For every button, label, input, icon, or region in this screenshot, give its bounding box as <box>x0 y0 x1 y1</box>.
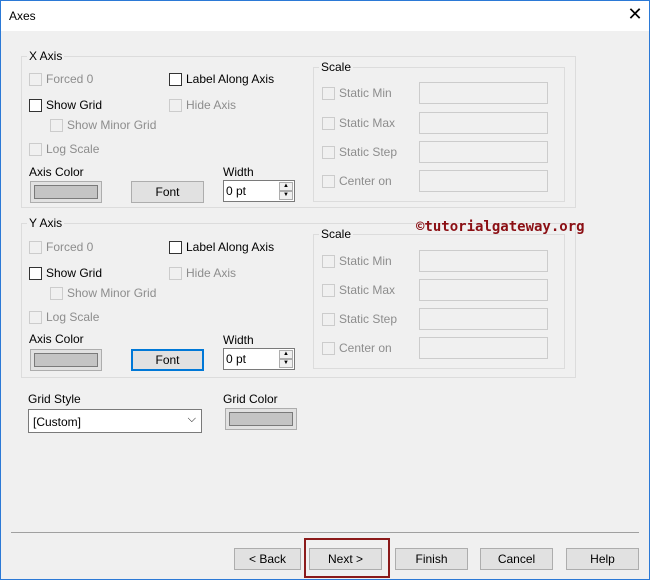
window-title: Axes <box>9 9 36 23</box>
x-label-along-axis-checkbox[interactable]: Label Along Axis <box>169 72 275 87</box>
y-static-step-checkbox[interactable]: Static Step <box>322 312 398 327</box>
y-axis-color-button[interactable] <box>30 349 102 371</box>
cancel-button[interactable]: Cancel <box>480 548 553 570</box>
x-static-step-checkbox[interactable]: Static Step <box>322 145 398 160</box>
label: Log Scale <box>46 310 100 324</box>
grid-style-value: [Custom] <box>33 415 82 429</box>
y-static-min-input[interactable] <box>419 250 548 272</box>
up-arrow-icon[interactable]: ▲ <box>279 350 293 359</box>
down-arrow-icon[interactable]: ▼ <box>279 359 293 368</box>
x-static-max-input[interactable] <box>419 112 548 134</box>
y-static-min-checkbox[interactable]: Static Min <box>322 254 392 269</box>
label: Forced 0 <box>46 72 94 86</box>
grid-color-label: Grid Color <box>223 392 278 406</box>
label: Center on <box>339 174 392 188</box>
grid-style-label: Grid Style <box>28 392 81 406</box>
separator <box>11 532 639 533</box>
y-width-spinner[interactable]: 0 pt ▲ ▼ <box>223 348 295 370</box>
label: Show Grid <box>46 98 103 112</box>
x-axis-color-label: Axis Color <box>29 165 84 179</box>
y-scale-group: Scale Static Min Static Max Static Step … <box>313 227 565 369</box>
label: Center on <box>339 341 392 355</box>
label: Label Along Axis <box>186 240 275 254</box>
x-axis-color-button[interactable] <box>30 181 102 203</box>
x-scale-group: Scale Static Min Static Max Static Step … <box>313 60 565 202</box>
label: Forced 0 <box>46 240 94 254</box>
y-scale-title: Scale <box>319 227 354 241</box>
label: Show Minor Grid <box>67 286 157 300</box>
value: 0 pt <box>226 184 247 198</box>
y-show-minor-grid-checkbox[interactable]: Show Minor Grid <box>50 286 157 301</box>
close-icon[interactable]: ✕ <box>625 4 645 25</box>
x-static-step-input[interactable] <box>419 141 548 163</box>
y-center-on-input[interactable] <box>419 337 548 359</box>
x-forced0-checkbox[interactable]: Forced 0 <box>29 72 94 87</box>
back-button[interactable]: < Back <box>234 548 301 570</box>
label: Show Grid <box>46 266 103 280</box>
x-scale-title: Scale <box>319 60 354 74</box>
x-static-min-input[interactable] <box>419 82 548 104</box>
y-static-max-input[interactable] <box>419 279 548 301</box>
x-axis-title: X Axis <box>27 49 65 63</box>
x-width-spinner[interactable]: 0 pt ▲ ▼ <box>223 180 295 202</box>
x-hide-axis-checkbox[interactable]: Hide Axis <box>169 98 237 113</box>
down-arrow-icon[interactable]: ▼ <box>279 191 293 200</box>
label: Static Min <box>339 86 392 100</box>
watermark: ©tutorialgateway.org <box>416 219 585 235</box>
x-center-on-checkbox[interactable]: Center on <box>322 174 392 189</box>
label: Show Minor Grid <box>67 118 157 132</box>
finish-button[interactable]: Finish <box>395 548 468 570</box>
label: Hide Axis <box>186 98 237 112</box>
x-show-minor-grid-checkbox[interactable]: Show Minor Grid <box>50 118 157 133</box>
y-hide-axis-checkbox[interactable]: Hide Axis <box>169 266 237 281</box>
value: 0 pt <box>226 352 247 366</box>
y-font-button[interactable]: Font <box>131 349 204 371</box>
label: Static Max <box>339 116 396 130</box>
label: Static Min <box>339 254 392 268</box>
x-show-grid-checkbox[interactable]: Show Grid <box>29 98 103 113</box>
x-font-button[interactable]: Font <box>131 181 204 203</box>
help-button[interactable]: Help <box>566 548 639 570</box>
x-static-max-checkbox[interactable]: Static Max <box>322 116 396 131</box>
grid-color-button[interactable] <box>225 408 297 430</box>
x-axis-group: X Axis Forced 0 Label Along Axis Show Gr… <box>21 49 576 208</box>
x-log-scale-checkbox[interactable]: Log Scale <box>29 142 100 157</box>
y-width-label: Width <box>223 333 254 347</box>
next-button[interactable]: Next > <box>309 548 382 570</box>
y-static-max-checkbox[interactable]: Static Max <box>322 283 396 298</box>
chevron-down-icon: ⌵ <box>187 413 196 425</box>
x-static-min-checkbox[interactable]: Static Min <box>322 86 392 101</box>
y-axis-title: Y Axis <box>27 216 65 230</box>
grid-style-select[interactable]: [Custom] ⌵ <box>28 409 202 433</box>
y-static-step-input[interactable] <box>419 308 548 330</box>
y-show-grid-checkbox[interactable]: Show Grid <box>29 266 103 281</box>
label: Static Max <box>339 283 396 297</box>
y-axis-color-label: Axis Color <box>29 332 84 346</box>
up-arrow-icon[interactable]: ▲ <box>279 182 293 191</box>
x-width-label: Width <box>223 165 254 179</box>
label: Static Step <box>339 312 398 326</box>
label: Label Along Axis <box>186 72 275 86</box>
y-axis-group: Y Axis Forced 0 Label Along Axis Show Gr… <box>21 216 576 378</box>
title-bar: Axes ✕ <box>1 1 649 31</box>
y-log-scale-checkbox[interactable]: Log Scale <box>29 310 100 325</box>
y-label-along-axis-checkbox[interactable]: Label Along Axis <box>169 240 275 255</box>
y-forced0-checkbox[interactable]: Forced 0 <box>29 240 94 255</box>
label: Hide Axis <box>186 266 237 280</box>
label: Log Scale <box>46 142 100 156</box>
y-center-on-checkbox[interactable]: Center on <box>322 341 392 356</box>
x-center-on-input[interactable] <box>419 170 548 192</box>
label: Static Step <box>339 145 398 159</box>
